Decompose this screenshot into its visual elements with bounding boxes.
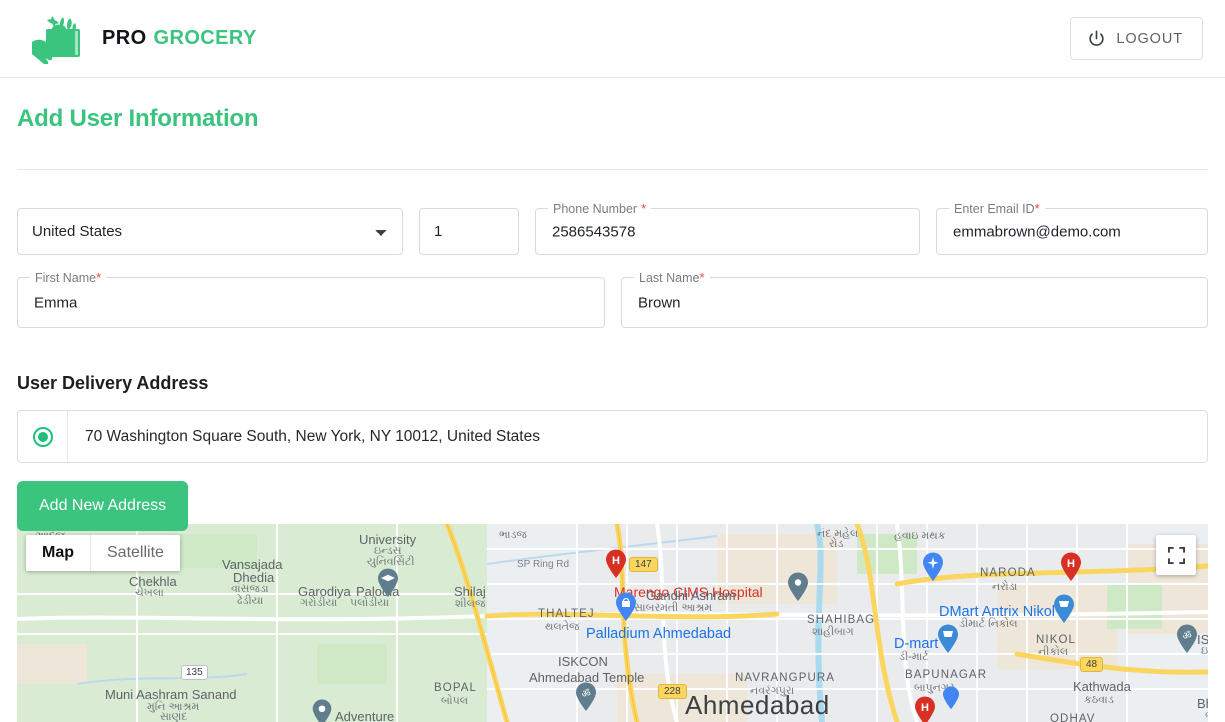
first-name-field: First Name* Emma	[17, 270, 605, 328]
country-select[interactable]: United States	[17, 208, 403, 255]
map-pin-generic-blue[interactable]	[942, 686, 960, 710]
first-name-input-box[interactable]: First Name* Emma	[17, 270, 605, 328]
email-label: Enter Email ID*	[949, 201, 1045, 217]
map-fullscreen-button[interactable]	[1156, 535, 1196, 575]
first-name-label-text: First Name	[35, 271, 97, 285]
brand-logo[interactable]: PRO GROCERY	[30, 14, 257, 64]
country-code-input[interactable]	[419, 208, 519, 255]
email-input-box[interactable]: Enter Email ID* emmabrown@demo.com	[936, 201, 1208, 255]
map-container[interactable]: H H H ॐ ॐ 147 228 48 135 Ahmedabad Chekh…	[17, 524, 1208, 722]
map-pin-airport[interactable]	[922, 552, 944, 582]
map-type-satellite-button[interactable]: Satellite	[91, 535, 180, 571]
address-row[interactable]: 70 Washington Square South, New York, NY…	[18, 411, 1207, 462]
svg-text:ॐ: ॐ	[581, 688, 590, 700]
fullscreen-icon	[1167, 546, 1185, 564]
phone-field: Phone Number * 2586543578	[535, 201, 920, 255]
last-name-label: Last Name*	[634, 270, 710, 286]
phone-required-mark: *	[641, 201, 647, 216]
last-name-input-box[interactable]: Last Name* Brown	[621, 270, 1208, 328]
form-row-contact: United States Phone Number* 2586543578 E…	[17, 201, 1208, 255]
brand-name-grocery: GROCERY	[153, 27, 257, 49]
form-row-name: First Name* Emma Last Name* Brown	[17, 270, 1208, 328]
map-pin-shopping-palladium[interactable]	[615, 592, 637, 622]
delivery-address-title: User Delivery Address	[17, 373, 209, 393]
svg-text:H: H	[612, 555, 620, 567]
map-pin-gandhi-ashram[interactable]	[787, 572, 809, 602]
svg-text:H: H	[1067, 558, 1075, 570]
power-icon	[1089, 30, 1104, 46]
brand-name: PRO GROCERY	[102, 27, 257, 50]
last-name-label-text: Last Name	[639, 271, 700, 285]
last-name-required-mark: *	[699, 270, 705, 285]
email-required-mark: *	[1034, 201, 1040, 216]
map-type-control[interactable]: Map Satellite	[26, 535, 180, 571]
map-pin-university[interactable]	[377, 568, 399, 598]
country-code-field	[419, 208, 519, 255]
logout-button[interactable]: LOGOUT	[1070, 17, 1203, 60]
first-name-label: First Name*	[30, 270, 107, 286]
map-pin-adventure-park[interactable]	[311, 699, 333, 722]
map-pin-temple-iskcon[interactable]: ॐ	[575, 682, 597, 712]
route-shield-48: 48	[1080, 657, 1104, 672]
address-list: 70 Washington Square South, New York, NY…	[17, 410, 1208, 463]
last-name-field: Last Name* Brown	[621, 270, 1208, 328]
title-divider	[17, 169, 1208, 170]
email-field: Enter Email ID* emmabrown@demo.com	[936, 201, 1208, 255]
email-label-text: Enter Email ID	[954, 202, 1035, 216]
svg-text:ॐ: ॐ	[1182, 630, 1191, 642]
logout-label: LOGOUT	[1116, 30, 1183, 47]
last-name-value: Brown	[638, 294, 681, 311]
address-radio-selected-icon[interactable]	[32, 426, 53, 447]
map-pin-store-dmart[interactable]	[937, 624, 959, 654]
phone-label-text: Phone Number	[553, 202, 638, 216]
map-pin-hospital-south[interactable]: H	[914, 696, 936, 722]
country-field: United States	[17, 208, 403, 255]
email-value: emmabrown@demo.com	[953, 223, 1121, 240]
map-pin-hospital-marengo[interactable]: H	[605, 549, 627, 579]
map-type-map-button[interactable]: Map	[26, 535, 90, 571]
map-pin-store-dmart-nikol[interactable]	[1053, 594, 1075, 624]
map-pin-hospital-east[interactable]: H	[1060, 552, 1082, 582]
phone-label: Phone Number *	[548, 201, 652, 217]
phone-input-box[interactable]: Phone Number * 2586543578	[535, 201, 920, 255]
address-radio-cell[interactable]	[18, 411, 68, 462]
route-shield-228: 228	[658, 684, 687, 699]
app-header: PRO GROCERY LOGOUT	[0, 0, 1225, 78]
add-new-address-button[interactable]: Add New Address	[17, 481, 189, 531]
first-name-required-mark: *	[96, 270, 102, 285]
map-pin-temple-iskcon-east[interactable]: ॐ	[1176, 624, 1198, 654]
grocery-bag-hand-icon	[32, 15, 80, 64]
brand-name-pro: PRO	[102, 27, 147, 49]
route-shield-135: 135	[181, 665, 208, 680]
svg-text:H: H	[921, 702, 929, 714]
route-shield-147: 147	[629, 557, 658, 572]
page-body: Add User Information United States Phone…	[0, 78, 1225, 463]
first-name-value: Emma	[34, 294, 78, 311]
phone-value: 2586543578	[552, 223, 636, 240]
address-text: 70 Washington Square South, New York, NY…	[85, 427, 540, 445]
page-title: Add User Information	[17, 105, 259, 132]
